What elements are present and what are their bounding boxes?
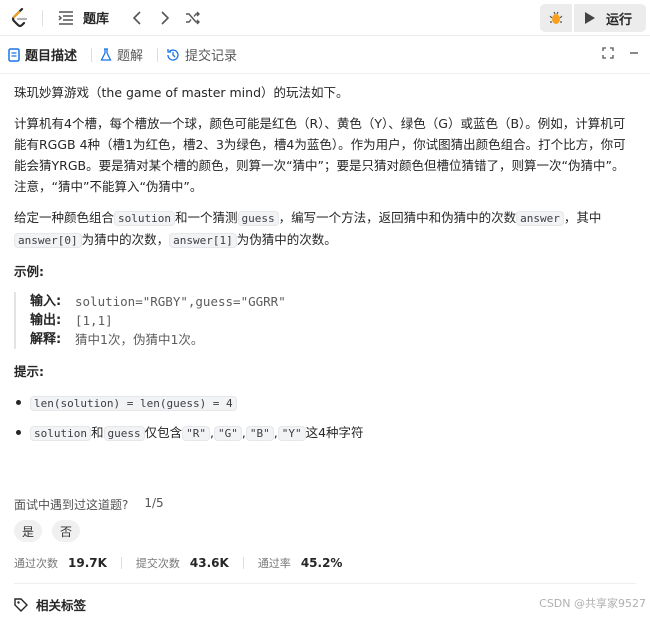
fullscreen-icon[interactable] xyxy=(602,47,614,63)
related-tags-label: 相关标签 xyxy=(36,598,87,613)
next-problem-chevron-right-icon[interactable] xyxy=(151,6,179,30)
yes-button[interactable]: 是 xyxy=(14,520,43,542)
stat-value: 45.2% xyxy=(300,556,343,570)
tab-solutions[interactable]: 题解 xyxy=(100,36,149,74)
leetcode-logo-icon[interactable] xyxy=(10,7,30,29)
collapse-icon[interactable] xyxy=(628,47,640,63)
code-answer-1: answer[1] xyxy=(169,233,237,248)
example-explain-value: 猜中1次，伪猜中1次。 xyxy=(75,332,204,347)
hints-list: len(solution) = len(guess) = 4 solution 和… xyxy=(14,392,636,444)
list-item: len(solution) = len(guess) = 4 xyxy=(14,392,636,414)
hint-code: guess xyxy=(103,426,145,441)
task-fragment: 为猜中的次数， xyxy=(81,232,170,247)
stat-label: 通过率 xyxy=(257,557,291,570)
prev-problem-chevron-left-icon[interactable] xyxy=(123,6,151,30)
task-fragment: 给定一种颜色组合 xyxy=(14,210,115,225)
section-divider xyxy=(14,583,636,584)
hint-code: solution xyxy=(30,426,91,441)
tag-icon xyxy=(14,597,28,612)
task-fragment: ，其中 xyxy=(563,210,602,225)
code-answer-0: answer[0] xyxy=(14,233,82,248)
problem-stats: 通过次数 19.7K 提交次数 43.6K 通过率 45.2% xyxy=(14,555,342,571)
topbar-divider xyxy=(42,9,43,26)
code-solution: solution xyxy=(114,211,175,226)
hints-title: 提示: xyxy=(14,364,44,379)
debug-bug-icon[interactable] xyxy=(539,4,572,32)
example-input-value: solution="RGBY",guess="GGRR" xyxy=(75,294,286,309)
tab-submissions[interactable]: 提交记录 xyxy=(166,36,243,74)
problem-description: 珠玑妙算游戏（the game of master mind）的玩法如下。 计算… xyxy=(0,74,650,444)
stat-submissions: 提交次数 43.6K xyxy=(136,555,229,571)
example-explain-label: 解释: xyxy=(30,332,62,347)
stat-value: 19.7K xyxy=(68,556,107,570)
survey-options: 是 否 xyxy=(14,520,81,542)
hint-code: "B" xyxy=(245,426,274,441)
no-button[interactable]: 否 xyxy=(52,520,81,542)
hint-code: "R" xyxy=(182,426,211,441)
history-icon xyxy=(166,48,180,62)
stat-label: 提交次数 xyxy=(135,557,180,570)
tab-description-label: 题目描述 xyxy=(25,49,78,64)
interview-survey: 面试中遇到过这道题? 1/5 xyxy=(14,496,164,513)
task-fragment: 和一个猜测 xyxy=(175,210,238,225)
hint-code: len(solution) = len(guess) = 4 xyxy=(30,396,237,411)
play-icon xyxy=(584,12,595,24)
hint-code: "G" xyxy=(214,426,242,441)
stat-acceptance-rate: 通过率 45.2% xyxy=(258,555,343,571)
example-input-label: 输入: xyxy=(30,294,62,309)
tab-submissions-label: 提交记录 xyxy=(185,49,238,64)
tab-divider xyxy=(157,47,159,62)
task-fragment: 为伪猜中的次数。 xyxy=(236,232,337,247)
code-guess: guess xyxy=(237,211,279,226)
stat-divider xyxy=(242,557,244,569)
problem-list-icon[interactable] xyxy=(55,7,77,29)
stat-accepted: 通过次数 19.7K xyxy=(14,555,107,571)
hint-code: "Y" xyxy=(277,426,306,441)
task-text: 给定一种颜色组合 solution 和一个猜测 guess ，编写一个方法，返回猜中和伪… xyxy=(14,207,636,251)
tab-divider xyxy=(91,47,93,62)
problem-tabs: 题目描述 题解 提交记录 xyxy=(0,36,650,74)
run-label: 运行 xyxy=(605,12,632,28)
intro-text: 珠玑妙算游戏（the game of master mind）的玩法如下。 xyxy=(14,85,349,100)
hint-text: 这4种字符 xyxy=(305,425,364,440)
related-tags[interactable]: 相关标签 xyxy=(14,595,86,614)
top-bar: 题库 运行 xyxy=(0,0,650,36)
problem-bank-link[interactable]: 题库 xyxy=(83,8,109,27)
stat-divider xyxy=(120,557,122,569)
tab-description[interactable]: 题目描述 xyxy=(8,36,83,74)
random-shuffle-icon[interactable] xyxy=(179,6,207,30)
survey-progress: 1/5 xyxy=(144,496,164,510)
stat-label: 通过次数 xyxy=(14,557,58,570)
example-output-value: [1,1] xyxy=(75,313,113,328)
rules-text: 计算机有4个槽，每个槽放一个球，颜色可能是红色（R）、黄色（Y）、绿色（G）或蓝… xyxy=(14,116,626,194)
flask-icon xyxy=(100,47,112,62)
code-answer: answer xyxy=(516,211,564,226)
list-item: solution 和 guess 仅包含 "R", "G", "B", "Y" 这4种字符 xyxy=(14,422,636,444)
tab-solutions-label: 题解 xyxy=(117,49,144,64)
example-title: 示例: xyxy=(14,264,44,279)
example-block: 输入: solution="RGBY",guess="GGRR" 输出: [1,… xyxy=(14,292,636,349)
example-output-label: 输出: xyxy=(30,313,62,328)
survey-question: 面试中遇到过这道题? xyxy=(14,498,129,512)
run-button[interactable]: 运行 xyxy=(573,4,646,32)
document-icon xyxy=(8,47,20,62)
hint-text: 仅包含 xyxy=(144,425,183,440)
hint-text: 和 xyxy=(90,425,104,440)
watermark: CSDN @共享家9527 xyxy=(539,597,646,610)
stat-value: 43.6K xyxy=(189,556,229,570)
task-fragment: ，编写一个方法，返回猜中和伪猜中的次数 xyxy=(278,210,517,225)
